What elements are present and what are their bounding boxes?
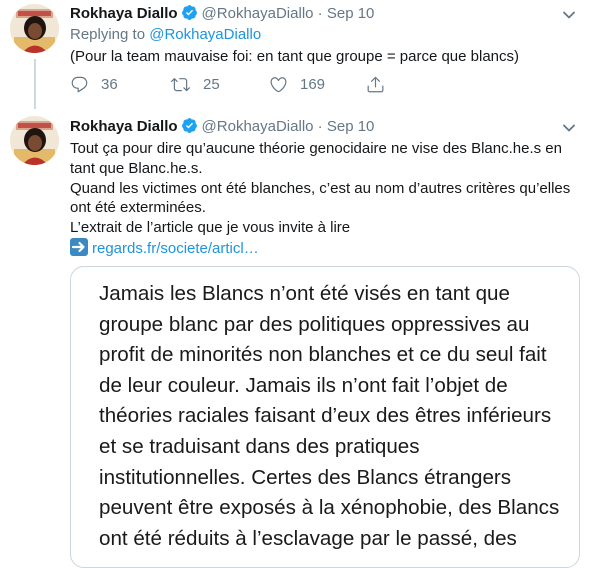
retweet-count: 25 xyxy=(203,76,220,93)
right-arrow-emoji-icon xyxy=(70,237,88,256)
tweet-header: Rokhaya Diallo @RokhayaDiallo · Sep 10 xyxy=(70,4,374,25)
tweet-text: Tout ça pour dire qu’aucune théorie geno… xyxy=(70,139,578,259)
reply-button[interactable]: 36 xyxy=(70,75,170,94)
tweet-date[interactable]: Sep 10 xyxy=(327,118,375,135)
replying-to-link[interactable]: @RokhayaDiallo xyxy=(149,26,261,43)
retweet-button[interactable]: 25 xyxy=(170,75,269,94)
like-icon xyxy=(270,77,287,93)
tweet-paragraph: L’extrait de l’article que je vous invit… xyxy=(70,219,351,237)
like-count: 169 xyxy=(300,76,326,93)
tweet-link-line: regards.fr/societe/articl… xyxy=(70,237,578,259)
author-handle[interactable]: @RokhayaDiallo xyxy=(202,5,314,22)
verified-badge-icon xyxy=(181,117,198,138)
tweet-actions: 36 25 169 xyxy=(70,75,385,94)
author-name[interactable]: Rokhaya Diallo xyxy=(70,118,178,135)
tweet-paragraph: Tout ça pour dire qu’aucune théorie geno… xyxy=(70,140,562,177)
tweet-paragraph: Quand les victimes ont été blanches, c’e… xyxy=(70,179,571,217)
quoted-image-card[interactable]: Jamais les Blancs n’ont été visés en tan… xyxy=(70,266,580,568)
retweet-icon xyxy=(171,78,190,92)
chevron-down-icon[interactable] xyxy=(562,8,576,22)
quote-text: Jamais les Blancs n’ont été visés en tan… xyxy=(99,282,560,550)
reply-count: 36 xyxy=(101,76,118,93)
avatar-image xyxy=(10,4,59,53)
author-name[interactable]: Rokhaya Diallo xyxy=(70,5,178,22)
author-handle[interactable]: @RokhayaDiallo xyxy=(202,118,314,135)
replying-prefix: Replying to xyxy=(70,26,146,43)
verified-badge-icon xyxy=(181,4,198,25)
separator-dot: · xyxy=(317,5,323,22)
tweet-header: Rokhaya Diallo @RokhayaDiallo · Sep 10 xyxy=(70,117,374,138)
avatar[interactable] xyxy=(10,116,59,165)
like-button[interactable]: 169 xyxy=(269,75,366,94)
chevron-down-icon[interactable] xyxy=(562,121,576,135)
tweet-date[interactable]: Sep 10 xyxy=(327,5,375,22)
reply-icon xyxy=(71,76,88,93)
separator-dot: · xyxy=(317,118,323,135)
share-button[interactable] xyxy=(366,75,385,94)
article-link[interactable]: regards.fr/societe/articl… xyxy=(92,240,259,257)
replying-to: Replying to @RokhayaDiallo xyxy=(70,26,261,43)
avatar-image xyxy=(10,116,59,165)
tweet-text: (Pour la team mauvaise foi: en tant que … xyxy=(70,48,520,65)
share-icon xyxy=(367,76,384,93)
thread-connector-line xyxy=(34,59,36,109)
avatar[interactable] xyxy=(10,4,59,53)
